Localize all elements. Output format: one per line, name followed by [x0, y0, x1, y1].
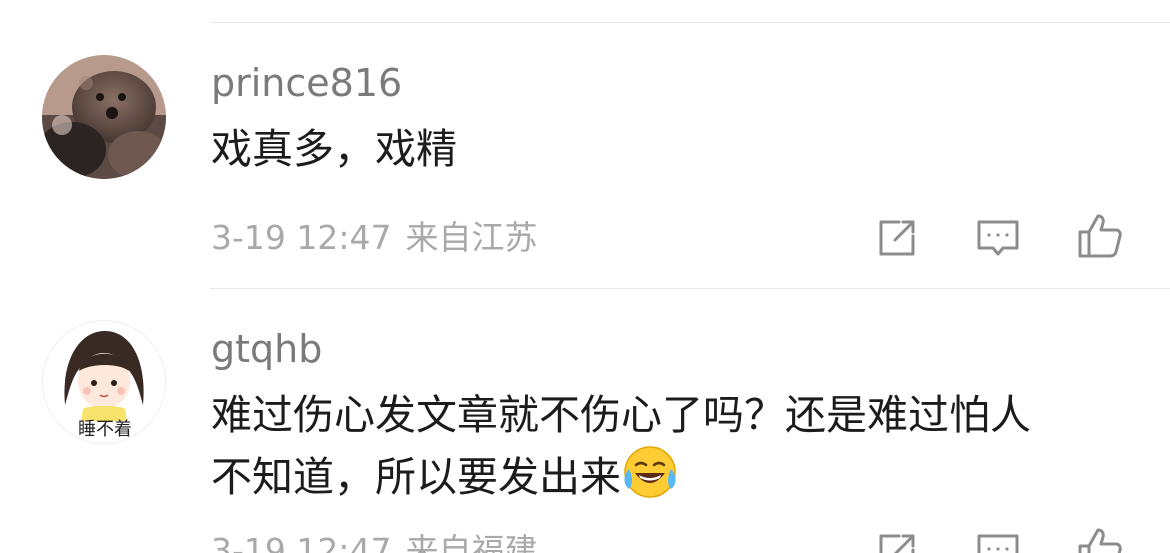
laughing-tears-emoji [624, 446, 676, 498]
avatar-caption: 睡不着 [78, 419, 132, 440]
reply-icon[interactable] [974, 214, 1022, 262]
comment-text-part: 不知道，所以要发出来 [211, 453, 621, 501]
username[interactable]: gtqhb [211, 330, 322, 368]
username[interactable]: prince816 [211, 64, 402, 102]
comment-meta: 3-19 12:47 来自江苏 [211, 221, 538, 254]
share-icon[interactable] [873, 214, 921, 262]
timestamp: 3-19 12:47 [211, 531, 392, 553]
divider [210, 22, 1170, 23]
share-icon[interactable] [873, 528, 921, 553]
timestamp: 3-19 12:47 [211, 218, 392, 257]
comment-text: 难过伤心发文章就不伤心了吗？还是难过怕人 不知道，所以要发出来 [211, 385, 1141, 507]
divider [210, 288, 1170, 289]
avatar[interactable]: 睡不着 [42, 320, 166, 444]
comment-list: prince816 戏真多，戏精 3-19 12:47 来自江苏 睡不着 gtq… [0, 0, 1170, 553]
comment-text: 戏真多，戏精 [211, 125, 457, 173]
location: 来自福建 [405, 531, 538, 553]
comment-text-line: 不知道，所以要发出来 [211, 445, 1141, 507]
location: 来自江苏 [405, 218, 538, 257]
thumbs-up-icon[interactable] [1076, 212, 1124, 260]
comment-meta: 3-19 12:47 来自福建 [211, 534, 538, 553]
comment-text-line: 难过伤心发文章就不伤心了吗？还是难过怕人 [211, 391, 1031, 439]
reply-icon[interactable] [974, 528, 1022, 553]
thumbs-up-icon[interactable] [1076, 526, 1124, 553]
avatar[interactable] [42, 55, 166, 179]
